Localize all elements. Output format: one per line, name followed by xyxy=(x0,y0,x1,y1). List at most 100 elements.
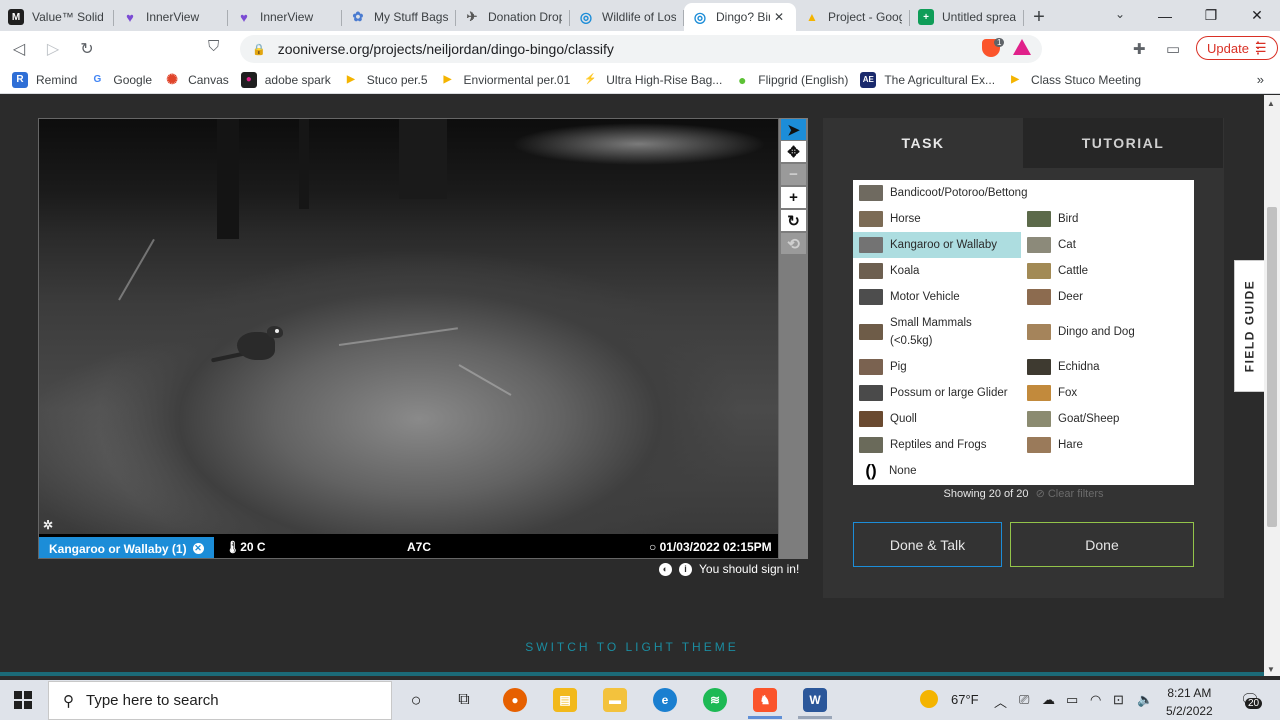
choice-bandicoot[interactable]: Bandicoot/Potoroo/Bettong xyxy=(853,180,1194,206)
choice-goat-sheep[interactable]: Goat/Sheep xyxy=(1021,406,1194,432)
taskbar-search[interactable]: ⚲ Type here to search xyxy=(48,681,392,720)
tray-chevron-icon[interactable]: ︿ xyxy=(994,692,1007,711)
weather-sun-icon[interactable] xyxy=(920,690,938,708)
sticky-notes-icon[interactable]: ▤ xyxy=(553,688,577,712)
done-and-talk-button[interactable]: Done & Talk xyxy=(853,522,1002,567)
spotify-icon[interactable]: ≋ xyxy=(703,688,727,712)
clear-filters-link[interactable]: ⊘ Clear filters xyxy=(1036,488,1104,500)
switch-theme-link[interactable]: SWITCH TO LIGHT THEME xyxy=(0,640,1264,654)
subject-viewer[interactable]: ✲ 🌡20 C A7C ○ 01/03/2022 02:15PM Kangaro… xyxy=(38,118,779,559)
tab-wildlife-los[interactable]: ◎ Wildlife of Los xyxy=(570,3,684,31)
bookmark-canvas[interactable]: ✺ Canvas xyxy=(164,71,229,88)
bookmark-icon[interactable]: ⛉ xyxy=(208,38,219,55)
remove-tag-icon[interactable]: ✕ xyxy=(192,543,204,554)
back-icon[interactable]: ◁ xyxy=(4,34,34,64)
choice-possum-glider[interactable]: Possum or large Glider xyxy=(853,380,1021,406)
tab-innerview-1[interactable]: ♥ InnerView xyxy=(114,3,228,31)
pointer-tool-icon[interactable]: ➤ xyxy=(781,119,806,140)
tab-project-google[interactable]: ▲ Project - Goog xyxy=(796,3,910,31)
bookmark-remind[interactable]: R Remind xyxy=(12,71,77,88)
contrast-icon[interactable]: ◐ xyxy=(659,562,672,576)
weather-temp[interactable]: 67°F xyxy=(951,692,979,707)
camera-trap-image[interactable] xyxy=(39,119,778,534)
system-clock[interactable]: 8:21 AM 5/2/2022 xyxy=(1166,684,1213,720)
info-icon[interactable]: i xyxy=(679,562,692,576)
bookmark-class-stuco[interactable]: ▶ Class Stuco Meeting xyxy=(1007,72,1141,88)
tab-task[interactable]: TASK xyxy=(823,118,1023,168)
bookmark-stuco-per5[interactable]: ▶ Stuco per.5 xyxy=(343,72,428,88)
scroll-up-icon[interactable]: ▲ xyxy=(1267,99,1275,108)
volume-icon[interactable]: 🔈 xyxy=(1137,692,1153,708)
reload-icon[interactable]: ↻ xyxy=(72,34,102,64)
bookmark-ultra-high-rise[interactable]: ⚡ Ultra High-Rise Bag... xyxy=(582,72,722,88)
word-icon[interactable]: W xyxy=(803,688,827,712)
tab-donation-drop[interactable]: ✈ Donation Drop xyxy=(456,3,570,31)
bookmark-agricultural[interactable]: AE The Agricultural Ex... xyxy=(860,71,995,88)
choice-horse[interactable]: Horse xyxy=(853,206,1021,232)
restore-icon[interactable]: ❐ xyxy=(1188,0,1234,31)
close-tab-icon[interactable]: ✕ xyxy=(774,10,788,24)
tab-tutorial[interactable]: TUTORIAL xyxy=(1023,118,1223,168)
tab-my-stuff-bags[interactable]: ✿ My Stuff Bags xyxy=(342,3,456,31)
brave-rewards-icon[interactable] xyxy=(1013,39,1031,55)
reset-icon[interactable]: ⟲ xyxy=(781,233,806,254)
choice-cat[interactable]: Cat xyxy=(1021,232,1194,258)
choice-echidna[interactable]: Echidna xyxy=(1021,354,1194,380)
choice-koala[interactable]: Koala xyxy=(853,258,1021,284)
choice-deer[interactable]: Deer xyxy=(1021,284,1194,310)
new-tab-button[interactable]: + xyxy=(1024,3,1054,31)
wallet-icon[interactable]: ▭ xyxy=(1166,40,1180,58)
network-icon[interactable]: ⊡ xyxy=(1113,692,1124,708)
bookmark-flipgrid[interactable]: ● Flipgrid (English) xyxy=(734,72,848,88)
choice-fox[interactable]: Fox xyxy=(1021,380,1194,406)
choice-hare[interactable]: Hare xyxy=(1021,432,1194,458)
minimize-icon[interactable]: — xyxy=(1142,0,1188,31)
choice-dingo-dog[interactable]: Dingo and Dog xyxy=(1021,319,1194,345)
windows-start-icon[interactable] xyxy=(14,691,32,709)
bookmark-google[interactable]: G Google xyxy=(89,72,152,88)
wifi-icon[interactable]: ◠ xyxy=(1090,692,1101,708)
close-window-icon[interactable]: ✕ xyxy=(1234,0,1280,31)
tab-innerview-2[interactable]: ♥ InnerView xyxy=(228,3,342,31)
scroll-down-icon[interactable]: ▼ xyxy=(1267,665,1275,674)
choice-pig[interactable]: Pig xyxy=(853,354,1021,380)
scroll-thumb[interactable] xyxy=(1267,207,1277,527)
browser-menu-icon[interactable]: ⋮ xyxy=(1250,38,1266,58)
tab-search-chevron-icon[interactable]: ⌄ xyxy=(1110,4,1130,24)
forward-icon[interactable]: ▷ xyxy=(38,34,68,64)
tab-dingo-bingo[interactable]: ◎ Dingo? Bingo! ✕ xyxy=(684,3,796,31)
zoom-in-icon[interactable]: + xyxy=(781,187,806,208)
choice-cattle[interactable]: Cattle xyxy=(1021,258,1194,284)
firefox-icon[interactable]: ● xyxy=(503,688,527,712)
rotate-icon[interactable]: ↻ xyxy=(781,210,806,231)
done-button[interactable]: Done xyxy=(1010,522,1194,567)
extensions-puzzle-icon[interactable]: ✚ xyxy=(1133,40,1146,58)
field-guide-tab[interactable]: FIELD GUIDE xyxy=(1234,260,1264,392)
edge-icon[interactable]: e xyxy=(653,688,677,712)
choice-reptiles-frogs[interactable]: Reptiles and Frogs xyxy=(853,432,1021,458)
onedrive-icon[interactable]: ☁ xyxy=(1042,692,1055,708)
choice-small-mammals[interactable]: Small Mammals (<0.5kg) xyxy=(853,310,1021,354)
choice-bird[interactable]: Bird xyxy=(1021,206,1194,232)
brave-browser-icon[interactable]: ♞ xyxy=(753,688,777,712)
pan-tool-icon[interactable]: ✥ xyxy=(781,141,806,162)
classification-tag[interactable]: Kangaroo or Wallaby (1) ✕ xyxy=(39,537,214,558)
choice-motor-vehicle[interactable]: Motor Vehicle xyxy=(853,284,1021,310)
choice-quoll[interactable]: Quoll xyxy=(853,406,1021,432)
choice-kangaroo-wallaby[interactable]: Kangaroo or Wallaby xyxy=(853,232,1021,258)
address-bar[interactable]: 🔒 zooniverse.org/projects/neiljordan/din… xyxy=(240,35,1042,63)
file-explorer-icon[interactable]: ▬ xyxy=(603,688,627,712)
choice-none[interactable]: () None xyxy=(853,458,1021,484)
zoom-out-icon[interactable]: − xyxy=(781,164,806,185)
cortana-icon[interactable]: ○ xyxy=(404,688,428,712)
page-scrollbar[interactable]: ▲ ▼ xyxy=(1264,95,1280,676)
bookmark-adobe-spark[interactable]: ● adobe spark xyxy=(240,71,331,88)
battery-icon[interactable]: ▭ xyxy=(1066,692,1078,708)
tab-value-solid[interactable]: M Value™ Solid Y xyxy=(0,3,114,31)
meet-now-icon[interactable]: ⎚ xyxy=(1019,692,1029,708)
bookmark-enviormental[interactable]: ▶ Enviormental per.01 xyxy=(440,72,571,88)
tab-untitled-spreadsheet[interactable]: + Untitled sprea xyxy=(910,3,1024,31)
notification-center-icon[interactable]: 🗨 20 xyxy=(1240,690,1263,712)
more-bookmarks-icon[interactable]: » xyxy=(1257,72,1264,87)
task-view-icon[interactable]: ⧉ xyxy=(452,688,476,712)
